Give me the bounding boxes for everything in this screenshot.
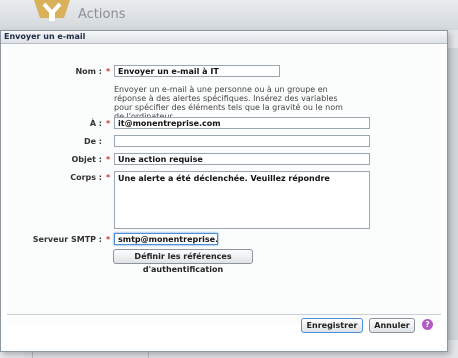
required-marker: * — [106, 235, 111, 244]
from-input[interactable] — [114, 135, 370, 147]
subject-label: Objet : — [71, 155, 102, 164]
send-email-dialog: Envoyer un e-mail Nom : * Envoyer un e-m… — [0, 30, 448, 352]
smtp-label: Serveur SMTP : — [32, 235, 102, 244]
smtp-server-input[interactable]: smtp@monentreprise.com — [114, 233, 218, 245]
set-auth-credentials-button[interactable]: Définir les références d'authentificatio… — [113, 249, 253, 274]
actions-logo-icon — [34, 0, 70, 21]
body-textarea[interactable]: Une alerte a été déclenchée. Veuillez ré… — [114, 171, 370, 229]
dialog-title: Envoyer un e-mail — [1, 31, 447, 44]
required-marker: * — [106, 173, 111, 182]
description-text: Envoyer un e-mail à une personne ou à un… — [114, 85, 343, 121]
body-label: Corps : — [70, 173, 102, 182]
footer-divider — [7, 314, 441, 315]
required-marker: * — [106, 119, 111, 128]
name-label: Nom : — [75, 67, 102, 76]
dialog-form: Nom : * Envoyer un e-mail à IT Envoyer u… — [7, 44, 441, 324]
cancel-button[interactable]: Annuler — [369, 318, 415, 333]
app-header: Actions — [0, 0, 458, 30]
help-icon[interactable]: ? — [422, 319, 433, 330]
required-marker: * — [106, 155, 111, 164]
to-label: À : — [89, 119, 102, 128]
from-label: De : — [83, 137, 102, 146]
required-marker: * — [106, 67, 111, 76]
section-title: Actions — [78, 7, 126, 22]
subject-input[interactable]: Une action requise — [114, 153, 370, 165]
save-button[interactable]: Enregistrer — [301, 318, 363, 333]
name-input[interactable]: Envoyer un e-mail à IT — [114, 65, 280, 77]
to-input[interactable]: it@monentreprise.com — [114, 117, 370, 129]
